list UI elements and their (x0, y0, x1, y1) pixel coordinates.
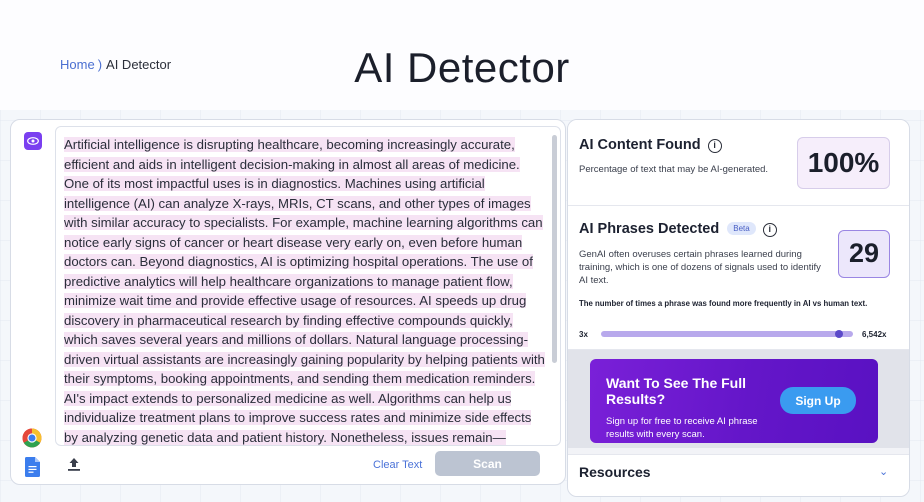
range-marker (835, 330, 844, 338)
ai-phrases-description: GenAI often overuses certain phrases lea… (579, 249, 821, 286)
scan-button[interactable]: Scan (435, 451, 540, 476)
ai-phrases-title: AI Phrases Detected (579, 221, 720, 237)
resources-title: Resources (579, 464, 651, 480)
range-min-label: 3x (579, 330, 588, 339)
ai-content-score: 100% (797, 137, 890, 189)
ai-phrases-count: 29 (838, 230, 890, 278)
frequency-note: The number of times a phrase was found m… (579, 299, 868, 308)
chevron-down-icon[interactable]: ⌄ (879, 465, 888, 478)
frequency-range-bar (601, 330, 853, 338)
chrome-icon[interactable] (22, 428, 42, 448)
clear-text-button[interactable]: Clear Text (373, 459, 422, 471)
promo-title: Want To See The Full Results? (606, 375, 746, 407)
ai-content-description: Percentage of text that may be AI-genera… (579, 164, 769, 175)
results-panel: AI Content Found i Percentage of text tha… (567, 119, 910, 497)
ai-content-title: AI Content Found (579, 137, 701, 153)
ai-content-card: AI Content Found i Percentage of text tha… (568, 120, 909, 206)
google-docs-icon[interactable] (25, 457, 40, 477)
beta-badge: Beta (727, 222, 756, 235)
resources-section[interactable]: Resources ⌄ (568, 454, 909, 496)
text-input-area[interactable]: Artificial intelligence is disrupting he… (55, 126, 561, 446)
scrollbar[interactable] (552, 135, 557, 363)
ai-phrases-card: AI Phrases Detected Beta i GenAI often ove… (568, 206, 909, 350)
promo-subtitle: Sign up for free to receive AI phrase re… (606, 416, 758, 440)
page-title: AI Detector (354, 44, 570, 91)
info-icon[interactable]: i (707, 139, 722, 153)
promo-area: Want To See The Full Results? Sign up fo… (568, 350, 909, 448)
upload-icon[interactable] (67, 456, 81, 472)
range-max-label: 6,542x (862, 330, 887, 339)
sign-up-button[interactable]: Sign Up (780, 387, 856, 414)
editor-panel: Artificial intelligence is disrupting he… (10, 119, 566, 485)
eye-icon[interactable] (24, 132, 42, 150)
input-text: Artificial intelligence is disrupting he… (64, 137, 545, 445)
info-icon[interactable]: i (762, 223, 777, 237)
signup-promo-banner: Want To See The Full Results? Sign up fo… (590, 359, 878, 443)
editor-footer: Clear Text Scan (55, 448, 561, 482)
